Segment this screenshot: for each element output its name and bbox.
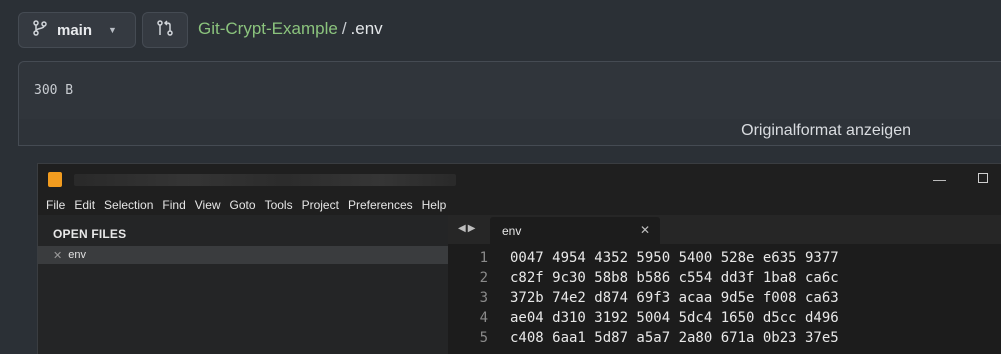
sublime-text-window: — File Edit Selection Find View Goto Too… [37,163,1001,354]
menu-help[interactable]: Help [422,198,447,212]
line-text: c408 6aa1 5d87 a5a7 2a80 671a 0b23 37e5 [510,330,839,346]
code-line: 2 c82f 9c30 58b8 b586 c554 dd3f 1ba8 ca6… [448,270,1001,290]
line-number: 1 [479,250,488,266]
editor-pane[interactable]: 1 0047 4954 4352 5950 5400 528e e635 937… [448,244,1001,354]
breadcrumb-repo-link[interactable]: Git-Crypt-Example [198,19,338,39]
file-size: 300 B [34,83,74,98]
chevron-down-icon: ▼ [108,25,117,35]
line-number: 4 [479,310,488,326]
code-line: 4 ae04 d310 3192 5004 5dc4 1650 d5cc d49… [448,310,1001,330]
code-line: 1 0047 4954 4352 5950 5400 528e e635 937… [448,250,1001,270]
close-icon[interactable]: ✕ [53,249,62,262]
menu-project[interactable]: Project [302,198,339,212]
pull-request-button[interactable] [142,12,188,48]
menu-find[interactable]: Find [162,198,185,212]
code-line: 5 c408 6aa1 5d87 a5a7 2a80 671a 0b23 37e… [448,330,1001,350]
git-branch-icon [33,20,47,40]
git-compare-icon [156,19,174,42]
line-number: 3 [479,290,488,306]
branch-name: main [57,21,93,39]
breadcrumb-separator: / [341,19,347,38]
sublime-app-icon [48,172,62,187]
tab-scroll-arrows-icon[interactable]: ◀▶ [458,223,477,234]
close-icon[interactable]: ✕ [640,223,650,237]
line-text: 372b 74e2 d874 69f3 acaa 9d5e f008 ca63 [510,290,839,306]
tab-bar: ◀▶ env ✕ [448,215,1001,244]
line-number: 5 [479,330,488,346]
raw-view-bar: Originalformat anzeigen [18,119,1001,146]
menu-preferences[interactable]: Preferences [348,198,413,212]
line-text: ae04 d310 3192 5004 5dc4 1650 d5cc d496 [510,310,839,326]
tab-label: env [502,224,522,238]
menu-goto[interactable]: Goto [230,198,256,212]
menu-file[interactable]: File [46,198,65,212]
menu-edit[interactable]: Edit [74,198,95,212]
menu-tools[interactable]: Tools [265,198,293,212]
maximize-icon[interactable] [978,173,988,183]
sidebar: OPEN FILES ✕ env [38,215,448,354]
menu-bar: File Edit Selection Find View Goto Tools… [38,194,1001,215]
menu-selection[interactable]: Selection [104,198,153,212]
view-raw-link[interactable]: Originalformat anzeigen [741,122,911,140]
line-text: c82f 9c30 58b8 b586 c554 dd3f 1ba8 ca6c [510,270,839,286]
menu-view[interactable]: View [195,198,221,212]
blurred-window-title [74,174,456,186]
line-text: 0047 4954 4352 5950 5400 528e e635 9377 [510,250,839,266]
window-titlebar: — [38,164,1001,194]
file-info-panel: 300 B [18,61,1001,120]
breadcrumb-file-name: .env [350,19,383,38]
branch-selector-button[interactable]: main ▼ [18,12,136,48]
open-files-heading: OPEN FILES [53,227,127,241]
minimize-icon[interactable]: — [933,172,946,187]
open-file-item[interactable]: ✕ env [38,246,448,264]
code-line: 3 372b 74e2 d874 69f3 acaa 9d5e f008 ca6… [448,290,1001,310]
line-number: 2 [479,270,488,286]
open-file-label: env [68,249,86,261]
breadcrumb: Git-Crypt-Example / .env [198,19,383,39]
tab-env[interactable]: env ✕ [490,217,660,244]
